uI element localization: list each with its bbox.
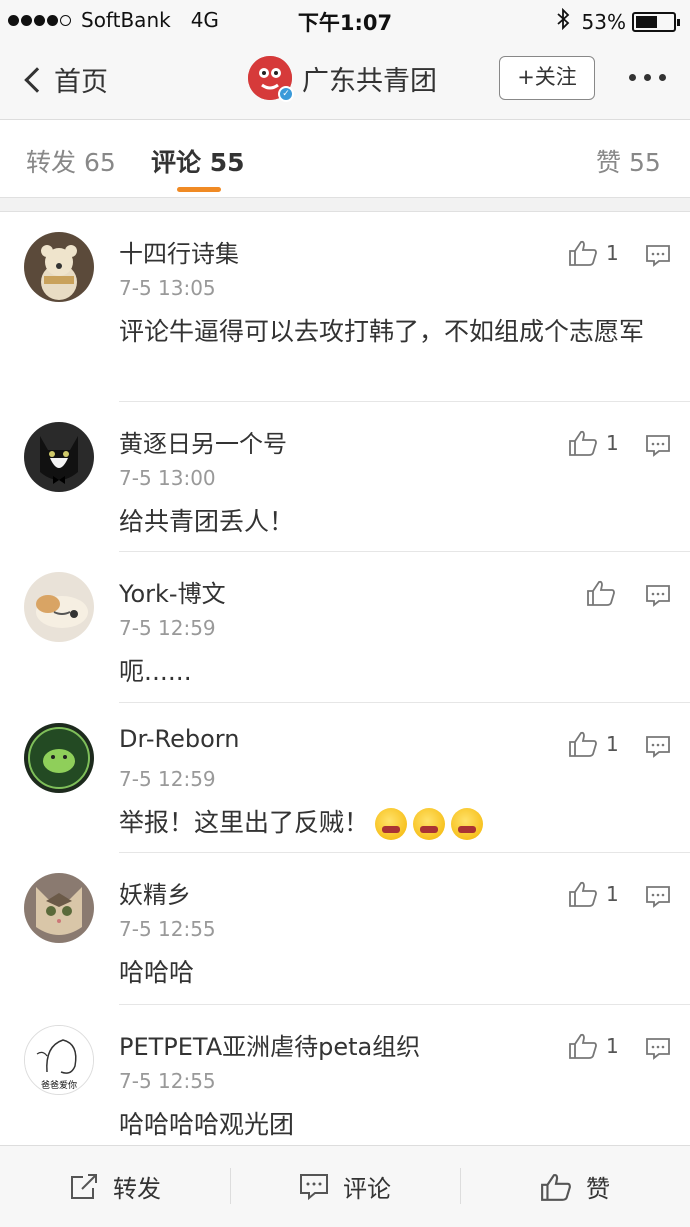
comment-icon xyxy=(646,1038,670,1060)
like-button[interactable]: 1 xyxy=(568,880,619,908)
comment-text: 给共青团丢人！ xyxy=(119,507,295,536)
like-button[interactable] xyxy=(586,579,616,607)
avatar[interactable] xyxy=(24,572,94,642)
bluetooth-icon xyxy=(556,7,570,35)
section-gap xyxy=(0,198,690,212)
comment-text: 哈哈哈 xyxy=(119,958,195,987)
like-count: 1 xyxy=(606,882,619,906)
repost-button[interactable]: 转发 xyxy=(0,1146,230,1227)
repost-label: 转发 xyxy=(113,1175,161,1203)
avatar[interactable] xyxy=(24,873,94,943)
comment-text: 评论牛逼得可以去攻打韩了，不如组成个志愿军 xyxy=(119,317,645,346)
comment-time: 7-5 13:00 xyxy=(119,466,216,490)
verified-badge-icon: ✓ xyxy=(278,86,294,102)
reply-button[interactable] xyxy=(645,1037,671,1065)
comment-text-row: 举报！这里出了反贼！ xyxy=(119,803,659,842)
comment-item: 十四行诗集 7-5 13:05 评论牛逼得可以去攻打韩了，不如组成个志愿军 1 xyxy=(0,212,690,402)
thumbs-up-icon xyxy=(541,1173,571,1201)
thumbs-up-icon xyxy=(569,731,597,757)
comment-username[interactable]: Dr-Reborn xyxy=(119,725,239,753)
avatar[interactable] xyxy=(24,422,94,492)
avatar: ✓ xyxy=(248,56,294,102)
like-label: 赞 xyxy=(586,1175,610,1203)
bottom-action-bar: 转发 评论 赞 xyxy=(0,1145,690,1227)
reply-button[interactable] xyxy=(645,244,671,272)
comment-item: York-博文 7-5 12:59 呃...... xyxy=(0,552,690,703)
page-title: 广东共青团 xyxy=(302,65,437,97)
comment-item: 黄逐日另一个号 7-5 13:00 给共青团丢人！ 1 xyxy=(0,402,690,552)
comment-text: 哈哈哈哈观光团 xyxy=(119,1110,295,1139)
comment-username[interactable]: 黄逐日另一个号 xyxy=(119,424,287,459)
comment-username[interactable]: York-博文 xyxy=(119,574,226,609)
tab-repost[interactable]: 转发 65 xyxy=(26,143,116,179)
comment-item: Dr-Reborn 7-5 12:59 举报！这里出了反贼！ 1 xyxy=(0,703,690,853)
reply-button[interactable] xyxy=(645,434,671,462)
like-count: 1 xyxy=(606,241,619,265)
tab-bar: 转发 65 评论 55 赞 55 xyxy=(0,121,690,198)
avatar[interactable]: 爸爸爱你 xyxy=(24,1025,94,1095)
comment-username[interactable]: 十四行诗集 xyxy=(119,234,239,269)
tab-comment[interactable]: 评论 55 xyxy=(151,143,245,179)
tab-like[interactable]: 赞 55 xyxy=(596,143,661,179)
comment-icon xyxy=(646,736,670,758)
more-options-icon[interactable] xyxy=(621,74,666,81)
comment-text: 举报！这里出了反贼！ xyxy=(119,808,370,837)
angry-face-emoji xyxy=(451,808,484,840)
reply-button[interactable] xyxy=(645,735,671,763)
comment-time: 7-5 12:59 xyxy=(119,616,216,640)
comment-icon xyxy=(646,435,670,457)
comment-item: 妖精乡 7-5 12:55 哈哈哈 1 xyxy=(0,853,690,1005)
comment-icon xyxy=(646,886,670,908)
share-icon xyxy=(71,1173,97,1199)
like-button[interactable]: 赞 xyxy=(460,1146,690,1227)
reply-button[interactable] xyxy=(645,885,671,913)
angry-face-emoji xyxy=(375,808,408,840)
thumbs-up-icon xyxy=(569,240,597,266)
like-button[interactable]: 1 xyxy=(568,239,619,267)
comment-time: 7-5 12:59 xyxy=(119,767,216,791)
comment-text: 呃...... xyxy=(119,657,192,686)
like-button[interactable]: 1 xyxy=(568,730,619,758)
account-header[interactable]: ✓ 广东共青团 xyxy=(248,56,437,102)
comment-time: 7-5 12:55 xyxy=(119,1069,216,1093)
comment-icon xyxy=(646,585,670,607)
like-count: 1 xyxy=(606,732,619,756)
active-tab-indicator xyxy=(177,187,221,192)
like-count: 1 xyxy=(606,1034,619,1058)
back-label: 首页 xyxy=(54,67,108,98)
like-count: 1 xyxy=(606,431,619,455)
chevron-left-icon xyxy=(24,66,50,93)
thumbs-up-icon xyxy=(569,430,597,456)
comment-icon xyxy=(300,1173,328,1200)
nav-bar: 首页 ✓ 广东共青团 +关注 xyxy=(0,40,690,120)
battery-percent: 53% xyxy=(581,9,626,34)
avatar[interactable] xyxy=(24,232,94,302)
comment-icon xyxy=(646,245,670,267)
back-button[interactable]: 首页 xyxy=(20,60,108,99)
like-button[interactable]: 1 xyxy=(568,429,619,457)
comment-time: 7-5 13:05 xyxy=(119,276,216,300)
comment-username[interactable]: 妖精乡 xyxy=(119,875,191,910)
reply-button[interactable] xyxy=(645,584,671,612)
comment-username[interactable]: PETPETA亚洲虐待peta组织 xyxy=(119,1027,420,1062)
comment-label: 评论 xyxy=(343,1175,391,1203)
status-bar: SoftBank 4G 下午1:07 53% xyxy=(0,0,690,40)
follow-button[interactable]: +关注 xyxy=(499,56,595,100)
thumbs-up-icon xyxy=(587,580,615,606)
thumbs-up-icon xyxy=(569,1033,597,1059)
comment-time: 7-5 12:55 xyxy=(119,917,216,941)
thumbs-up-icon xyxy=(569,881,597,907)
avatar[interactable] xyxy=(24,723,94,793)
angry-face-emoji xyxy=(413,808,446,840)
comment-item: 爸爸爱你 PETPETA亚洲虐待peta组织 7-5 12:55 哈哈哈哈观光团… xyxy=(0,1005,690,1145)
avatar-caption: 爸爸爱你 xyxy=(40,1081,77,1091)
like-button[interactable]: 1 xyxy=(568,1032,619,1060)
battery-icon xyxy=(632,11,680,32)
comment-button[interactable]: 评论 xyxy=(230,1146,460,1227)
